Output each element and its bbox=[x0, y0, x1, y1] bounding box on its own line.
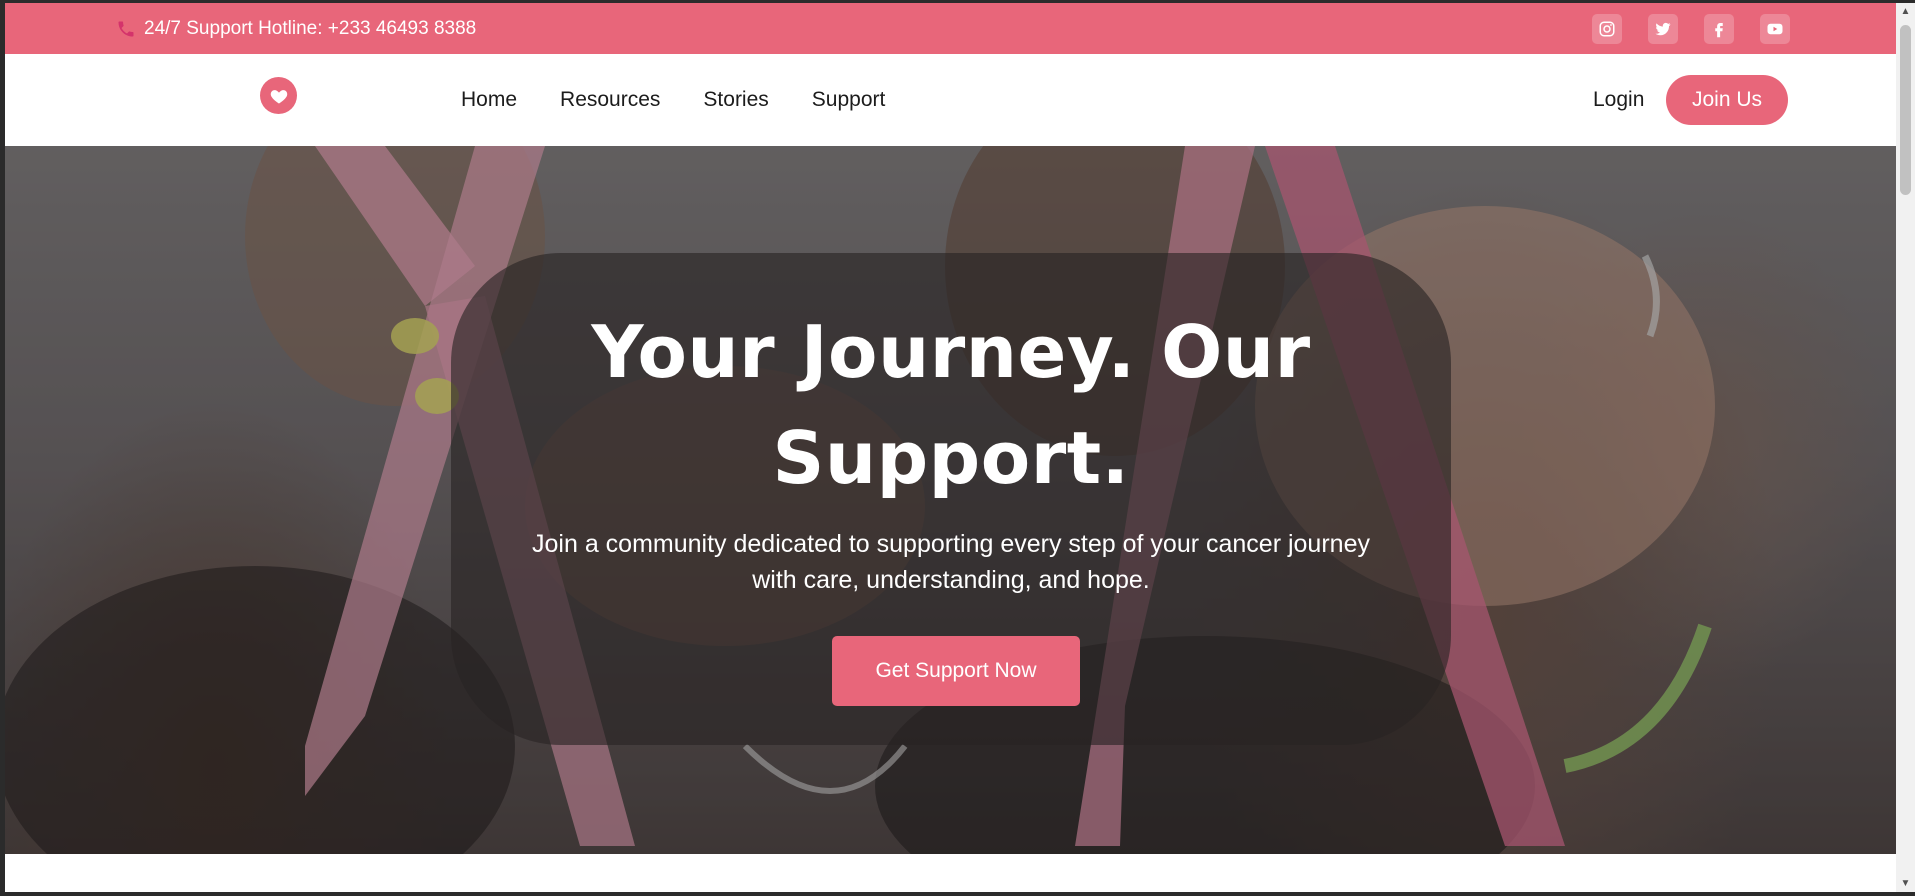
social-links bbox=[1592, 14, 1790, 44]
top-bar: 24/7 Support Hotline: +233 46493 8388 bbox=[5, 3, 1896, 54]
heart-icon[interactable] bbox=[260, 77, 297, 114]
phone-icon bbox=[116, 19, 136, 39]
facebook-icon[interactable] bbox=[1704, 14, 1734, 44]
vertical-scrollbar[interactable]: ▲ ▼ bbox=[1896, 3, 1915, 892]
nav-resources[interactable]: Resources bbox=[560, 88, 660, 112]
join-us-button[interactable]: Join Us bbox=[1666, 75, 1788, 125]
main-navbar: Home Resources Stories Support Login Joi… bbox=[5, 54, 1896, 146]
scroll-thumb[interactable] bbox=[1900, 25, 1911, 195]
nav-home[interactable]: Home bbox=[461, 88, 517, 112]
nav-stories[interactable]: Stories bbox=[703, 88, 768, 112]
hero-subtitle: Join a community dedicated to supporting… bbox=[532, 530, 1370, 594]
next-section bbox=[5, 854, 1896, 892]
browser-viewport: 24/7 Support Hotline: +233 46493 8388 Ho… bbox=[5, 3, 1896, 892]
support-hotline: 24/7 Support Hotline: +233 46493 8388 bbox=[116, 3, 476, 54]
hero-section: Your Journey. Our Support. Join a commun… bbox=[5, 146, 1896, 854]
twitter-icon[interactable] bbox=[1648, 14, 1678, 44]
scroll-down-icon[interactable]: ▼ bbox=[1896, 875, 1915, 892]
scroll-up-icon[interactable]: ▲ bbox=[1896, 3, 1915, 20]
nav-support[interactable]: Support bbox=[812, 88, 886, 112]
nav-links: Home Resources Stories Support bbox=[461, 54, 885, 146]
hero-title: Your Journey. Our Support. bbox=[591, 310, 1311, 500]
youtube-icon[interactable] bbox=[1760, 14, 1790, 44]
instagram-icon[interactable] bbox=[1592, 14, 1622, 44]
hotline-text: 24/7 Support Hotline: +233 46493 8388 bbox=[144, 17, 477, 39]
login-link[interactable]: Login bbox=[1593, 54, 1644, 146]
get-support-now-button[interactable]: Get Support Now bbox=[832, 636, 1080, 706]
hero-card: Your Journey. Our Support. Join a commun… bbox=[451, 253, 1451, 745]
